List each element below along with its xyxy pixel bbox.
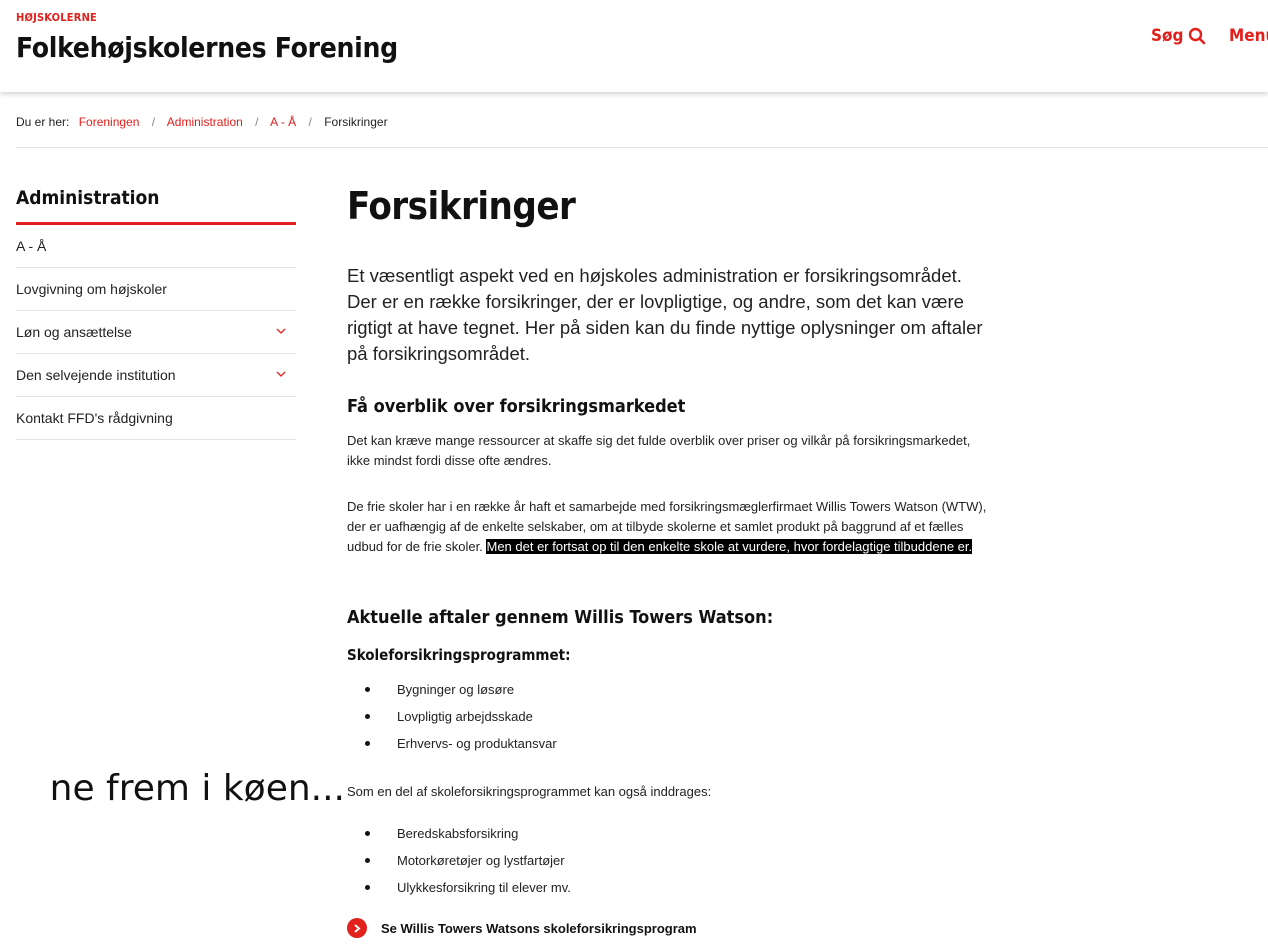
intro-paragraph: Et væsentligt aspekt ved en højskoles ad…: [347, 265, 983, 364]
sidebar-title[interactable]: Administration: [16, 187, 296, 222]
bullet-icon: [365, 741, 370, 746]
list-item-text: Erhvervs- og produktansvar: [397, 736, 557, 751]
sidebar-item-label: Løn og ansættelse: [16, 324, 132, 340]
breadcrumb-link-administration[interactable]: Administration: [167, 115, 243, 129]
sidebar-item-label: Lovgivning om højskoler: [16, 281, 167, 297]
breadcrumb-separator: /: [255, 115, 259, 129]
bullet-icon: [365, 885, 370, 890]
bullet-icon: [365, 714, 370, 719]
breadcrumb-divider: [16, 147, 1268, 148]
optional-coverage-list: Beredskabsforsikring Motorkøretøjer og l…: [347, 825, 571, 906]
list-item-text: Motorkøretøjer og lystfartøjer: [397, 853, 565, 868]
site-header: HØJSKOLERNE Folkehøjskolernes Forening S…: [0, 0, 1268, 92]
section-heading-aftaler: Aktuelle aftaler gennem Willis Towers Wa…: [347, 607, 774, 628]
list-item-text: Beredskabsforsikring: [397, 826, 519, 841]
sidebar-item-lovgivning[interactable]: Lovgivning om højskoler: [16, 268, 296, 311]
paragraph-overblik: Det kan kræve mange ressourcer at skaffe…: [347, 433, 971, 468]
site-title[interactable]: Folkehøjskolernes Forening: [16, 31, 398, 64]
breadcrumb: Du er her: Foreningen / Administration /…: [16, 115, 388, 129]
menu-button[interactable]: Menu: [1229, 26, 1268, 46]
list-item-text: Bygninger og løsøre: [397, 682, 515, 697]
sidebar-item-den-selvejende-institution[interactable]: Den selvejende institution: [16, 354, 296, 397]
list-item: Bygninger og løsøre: [347, 681, 557, 708]
list-item: Motorkøretøjer og lystfartøjer: [347, 852, 571, 879]
sidebar-nav: Administration A - Å Lovgivning om højsk…: [16, 187, 296, 440]
search-label: Søg: [1151, 26, 1184, 46]
overlay-caption-text: ne frem i køen...: [49, 768, 345, 809]
wtw-program-link[interactable]: Se Willis Towers Watsons skoleforsikring…: [347, 918, 697, 938]
list-item: Erhvervs- og produktansvar: [347, 735, 557, 762]
wtw-program-link-label: Se Willis Towers Watsons skoleforsikring…: [381, 920, 697, 936]
search-icon: [1189, 27, 1206, 45]
sidebar-item-a-aa[interactable]: A - Å: [16, 225, 296, 268]
bullet-icon: [365, 687, 370, 692]
bullet-icon: [365, 858, 370, 863]
brand-logo-small[interactable]: HØJSKOLERNE: [16, 11, 97, 24]
list-item-text: Lovpligtig arbejdsskade: [397, 709, 533, 724]
subheading-skoleforsikringsprogrammet: Skoleforsikringsprogrammet:: [347, 646, 571, 664]
sidebar-item-loen-og-ansaettelse[interactable]: Løn og ansættelse: [16, 311, 296, 354]
breadcrumb-separator: /: [308, 115, 312, 129]
paragraph-list-intro: Som en del af skoleforsikringsprogrammet…: [347, 784, 712, 799]
sidebar-item-label: Den selvejende institution: [16, 367, 176, 383]
arrow-right-circle-icon: [347, 918, 367, 938]
page-title: Forsikringer: [347, 184, 576, 228]
chevron-down-icon[interactable]: [276, 326, 286, 338]
breadcrumb-link-foreningen[interactable]: Foreningen: [79, 115, 140, 129]
breadcrumb-link-a-aa[interactable]: A - Å: [270, 115, 296, 129]
list-item: Lovpligtig arbejdsskade: [347, 708, 557, 735]
breadcrumb-prefix: Du er her:: [16, 115, 70, 129]
section-heading-overblik: Få overblik over forsikringsmarkedet: [347, 396, 686, 417]
list-item-text: Ulykkesforsikring til elever mv.: [397, 880, 571, 895]
sidebar-item-label: Kontakt FFD's rådgivning: [16, 410, 173, 426]
breadcrumb-separator: /: [151, 115, 156, 129]
list-item: Beredskabsforsikring: [347, 825, 571, 852]
sidebar-item-label: A - Å: [16, 238, 47, 254]
chevron-down-icon[interactable]: [276, 369, 286, 381]
paragraph-samarbejde: De frie skoler har i en række år haft et…: [347, 497, 987, 557]
search-button[interactable]: Søg: [1151, 26, 1206, 46]
highlighted-text: Men det er fortsat op til den enkelte sk…: [486, 539, 973, 554]
overlay-caption: ne frem i køen...: [0, 765, 345, 815]
coverage-list: Bygninger og løsøre Lovpligtig arbejdssk…: [347, 681, 557, 762]
list-item: Ulykkesforsikring til elever mv.: [347, 879, 571, 906]
breadcrumb-current: Forsikringer: [324, 115, 388, 129]
sidebar-item-kontakt-ffd[interactable]: Kontakt FFD's rådgivning: [16, 397, 296, 440]
bullet-icon: [365, 831, 370, 836]
